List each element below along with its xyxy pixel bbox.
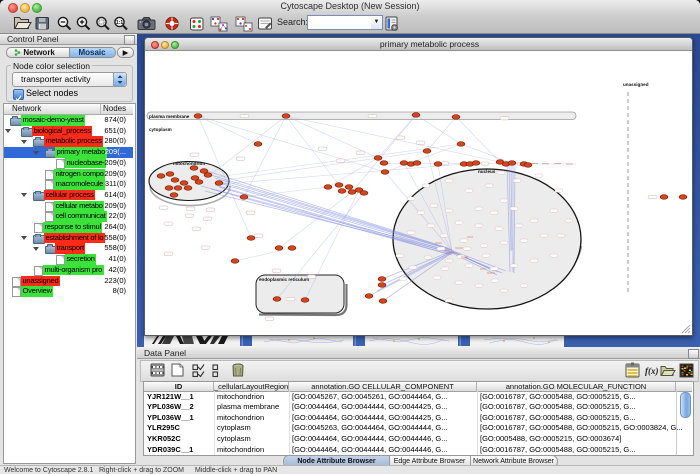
- svg-text:1:1: 1:1: [116, 20, 123, 26]
- svg-text:cytoplasm: cytoplasm: [149, 127, 172, 132]
- svg-text:endoplasmic reticulum: endoplasmic reticulum: [259, 277, 309, 282]
- svg-text:nucleus: nucleus: [478, 169, 496, 174]
- svg-text:plasma membrane: plasma membrane: [149, 114, 190, 119]
- svg-text:unassigned: unassigned: [623, 82, 649, 87]
- svg-text:mitochondrion: mitochondrion: [173, 161, 205, 166]
- svg-text:f(x): f(x): [645, 366, 659, 376]
